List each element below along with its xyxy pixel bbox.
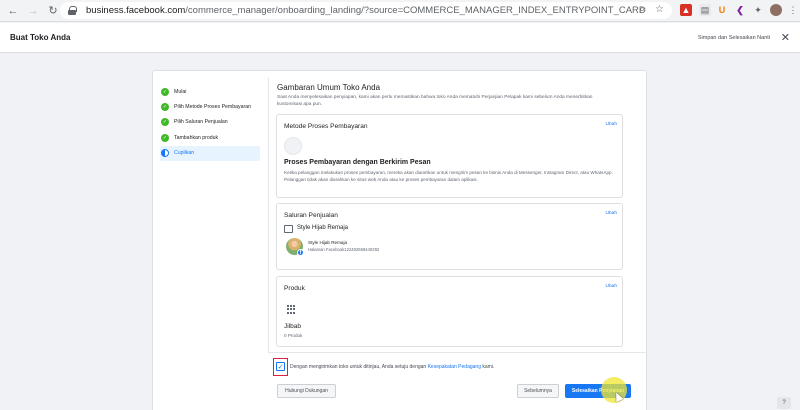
facebook-page-name: Style Hijab Remaja: [308, 240, 348, 245]
page-header: Buat Toko Anda Simpan dan Selesaikan Nan…: [0, 23, 800, 53]
products-section: Produk Ubah Jilbab 0 Produk: [276, 276, 623, 347]
payment-method-description: Ketika pelanggan melakukan proses pembay…: [284, 170, 613, 182]
grid-icon: [287, 305, 296, 314]
check-circle-icon: ✓: [161, 102, 169, 111]
edit-sales-channel-link[interactable]: Ubah: [606, 211, 617, 216]
vertical-divider: [268, 78, 269, 352]
step-label: Pilih Saluran Penjualan: [174, 119, 228, 126]
step-preview[interactable]: Cuplikan: [160, 145, 260, 161]
step-payment-method[interactable]: ✓ Pilih Metode Proses Pembayaran: [160, 99, 260, 114]
step-mulai[interactable]: ✓ Mulai: [160, 84, 260, 99]
agreement-text-after: kami.: [480, 364, 495, 370]
step-label: Mulai: [174, 88, 187, 95]
step-label: Cuplikan: [174, 150, 195, 157]
page-title: Buat Toko Anda: [10, 33, 71, 42]
step-list: ✓ Mulai ✓ Pilih Metode Proses Pembayaran…: [160, 84, 260, 161]
extension-purple-arrow-icon[interactable]: ❮: [734, 4, 746, 16]
check-circle-icon: ✓: [161, 133, 169, 142]
extension-orange-u-icon[interactable]: U: [716, 4, 728, 16]
step-label: Tambahkan produk: [174, 134, 219, 141]
url-host: business.facebook.com: [86, 5, 186, 16]
check-circle-icon: ✓: [161, 118, 169, 127]
forward-arrow-icon[interactable]: →: [26, 4, 40, 18]
payment-method-icon: [284, 137, 302, 155]
extension-gray-icon[interactable]: ▤: [699, 4, 711, 16]
overview-title: Gambaran Umum Toko Anda: [277, 83, 381, 92]
overview-description: Saat Anda menyelesaikan penyiapan, kami …: [277, 95, 593, 107]
bookmark-star-icon[interactable]: ☆: [655, 4, 664, 15]
payment-method-section: Metode Proses Pembayaran Ubah Proses Pem…: [276, 114, 623, 198]
browser-toolbar: ← → ↻ business.facebook.com/commerce_man…: [0, 0, 800, 22]
step-add-products[interactable]: ✓ Tambahkan produk: [160, 130, 260, 145]
shop-name: Style Hijab Remaja: [297, 225, 349, 231]
previous-button[interactable]: Sebelumnya: [517, 384, 559, 398]
extension-red-icon[interactable]: ▲: [680, 4, 692, 16]
agreement-text-before: Dengan mengirimkan toko untuk ditinjau, …: [290, 364, 428, 370]
step-sales-channel[interactable]: ✓ Pilih Saluran Penjualan: [160, 115, 260, 130]
half-circle-progress-icon: [161, 149, 169, 158]
check-circle-icon: ✓: [161, 87, 169, 96]
facebook-icon: f: [297, 249, 304, 256]
contact-support-button[interactable]: Hubungi Dukungan: [277, 384, 336, 398]
url-path: /commerce_manager/onboarding_landing/?so…: [185, 5, 646, 16]
merchant-agreement-link[interactable]: Kesepakatan Pedagang: [428, 364, 481, 370]
agreement-checkbox[interactable]: ✓: [276, 362, 285, 371]
menu-dots-icon[interactable]: ⋮: [787, 4, 799, 16]
shop-icon: [284, 225, 293, 233]
product-set-name: Jilbab: [284, 323, 301, 330]
edit-products-link[interactable]: Ubah: [606, 284, 617, 289]
reload-icon[interactable]: ↻: [46, 4, 60, 18]
sales-channel-section: Saluran Penjualan Ubah Style Hijab Remaj…: [276, 203, 623, 270]
footer-divider: [268, 352, 647, 353]
address-bar[interactable]: business.facebook.com/commerce_manager/o…: [60, 2, 672, 19]
payment-method-name: Proses Pembayaran dengan Berkirim Pesan: [284, 159, 431, 166]
back-arrow-icon[interactable]: ←: [6, 4, 20, 18]
search-icon[interactable]: ⌕: [639, 4, 645, 15]
agreement-text: Dengan mengirimkan toko untuk ditinjau, …: [290, 364, 494, 370]
help-icon[interactable]: ?: [777, 397, 791, 409]
lock-icon: [68, 6, 77, 15]
save-and-finish-later-link[interactable]: Simpan dan Selesaikan Nanti: [698, 35, 770, 41]
edit-payment-link[interactable]: Ubah: [606, 122, 617, 127]
product-count: 0 Produk: [284, 333, 303, 338]
close-icon[interactable]: ✕: [781, 31, 790, 44]
profile-avatar[interactable]: [770, 4, 782, 16]
section-title: Saluran Penjualan: [284, 212, 338, 219]
section-title: Produk: [284, 285, 305, 292]
extensions-puzzle-icon[interactable]: ✦: [752, 4, 764, 16]
step-label: Pilih Metode Proses Pembayaran: [174, 103, 251, 110]
facebook-page-id: Halaman Facebook122492558440292: [308, 247, 380, 252]
section-title: Metode Proses Pembayaran: [284, 123, 368, 130]
